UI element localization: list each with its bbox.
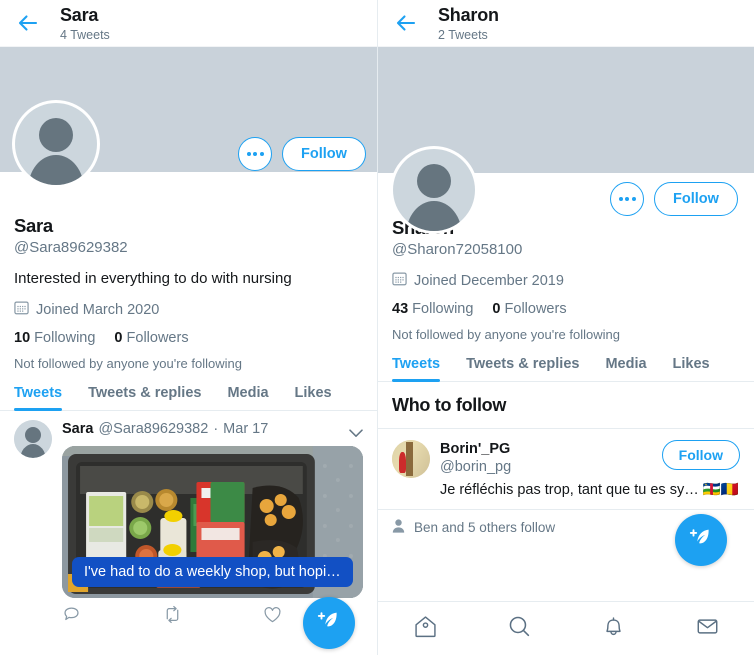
- left-profile-actions: Follow: [238, 137, 366, 171]
- tweet-separator: ·: [213, 421, 219, 437]
- followers-label: Followers: [504, 301, 567, 317]
- who-to-follow-footer-text: Ben and 5 others follow: [414, 520, 556, 535]
- profile-joined-row: Joined December 2019: [392, 271, 740, 290]
- page-title: Sara: [60, 5, 99, 25]
- right-profile-actions: Follow: [610, 182, 738, 216]
- calendar-icon: [392, 271, 407, 290]
- nav-search[interactable]: [472, 614, 566, 644]
- profile-follow-note: Not followed by anyone you're following: [14, 356, 242, 371]
- who-to-follow-title: Who to follow: [392, 395, 507, 415]
- follow-button[interactable]: Follow: [282, 137, 366, 171]
- search-icon: [507, 614, 532, 644]
- who-to-follow-item[interactable]: Borin'_PG @borin_pg Follow Je réfléchis …: [378, 428, 754, 509]
- profile-stats: 43 Following 0 Followers: [392, 301, 740, 317]
- tab-tweets[interactable]: Tweets: [392, 356, 441, 382]
- compose-tweet-button-left[interactable]: [303, 597, 355, 649]
- profile-follow-note: Not followed by anyone you're following: [392, 327, 620, 342]
- suggested-user-names: Borin'_PG @borin_pg: [440, 440, 511, 477]
- suggested-user-head: Borin'_PG @borin_pg Follow: [440, 440, 740, 477]
- chevron-down-icon[interactable]: [349, 425, 363, 437]
- calendar-icon: [14, 300, 29, 319]
- following-count: 10: [14, 330, 31, 346]
- tab-tweets[interactable]: Tweets: [14, 385, 63, 411]
- tweet-count: 2 Tweets: [438, 28, 488, 42]
- tweet-photo[interactable]: I've had to do a weekly shop, but hopi…: [62, 446, 363, 598]
- suggested-user-body: Borin'_PG @borin_pg Follow Je réfléchis …: [440, 440, 740, 500]
- right-profile-avatar[interactable]: [390, 146, 478, 234]
- followers-count: 0: [492, 301, 501, 317]
- profile-stats: 10 Following 0 Followers: [14, 330, 363, 346]
- tab-likes[interactable]: Likes: [295, 385, 332, 410]
- default-avatar-icon: [14, 420, 52, 458]
- left-profile-panel: Sara 4 Tweets Follow Sara @Sara89629382 …: [0, 0, 377, 655]
- following-label: Following: [34, 330, 96, 346]
- compose-tweet-button-right[interactable]: [675, 514, 727, 566]
- tweet-date: Mar 17: [223, 421, 269, 437]
- following-count: 43: [392, 301, 409, 317]
- tweet-author-avatar[interactable]: [14, 420, 52, 458]
- suggested-user-bio: Je réfléchis pas trop, tant que tu es sy…: [440, 482, 739, 498]
- home-icon: [413, 614, 438, 644]
- nav-messages[interactable]: [660, 614, 754, 644]
- following-stat[interactable]: 43 Following: [392, 301, 473, 317]
- suggested-user-avatar[interactable]: [392, 440, 430, 478]
- left-profile-avatar[interactable]: [12, 100, 100, 188]
- retweet-icon[interactable]: [162, 605, 262, 624]
- default-avatar-icon: [15, 103, 97, 185]
- more-options-button[interactable]: [238, 137, 272, 171]
- right-topbar-texts: Sharon 2 Tweets: [438, 4, 499, 43]
- follow-button[interactable]: Follow: [654, 182, 738, 216]
- tweet-photo-caption: I've had to do a weekly shop, but hopi…: [72, 557, 353, 587]
- compose-tweet-icon: [688, 525, 714, 556]
- profile-handle: @Sara89629382: [14, 239, 128, 256]
- twitter-dual-profile-screenshot: Sara 4 Tweets Follow Sara @Sara89629382 …: [0, 0, 754, 655]
- profile-handle: @Sharon72058100: [392, 241, 523, 258]
- profile-joined-date: Joined March 2020: [36, 301, 160, 318]
- tweet-header: Sara @Sara89629382 · Mar 17: [62, 420, 363, 439]
- tab-tweets-and-replies[interactable]: Tweets & replies: [466, 356, 579, 381]
- tweet-author-handle: @Sara89629382: [98, 421, 209, 437]
- tab-media[interactable]: Media: [605, 356, 646, 381]
- followers-stat[interactable]: 0 Followers: [492, 301, 566, 317]
- following-label: Following: [412, 301, 474, 317]
- suggested-user-handle: @borin_pg: [440, 459, 512, 475]
- profile-joined-row: Joined March 2020: [14, 300, 363, 319]
- profile-joined-date: Joined December 2019: [414, 272, 564, 289]
- nav-notifications[interactable]: [566, 614, 660, 644]
- reply-icon[interactable]: [62, 605, 162, 624]
- left-topbar-texts: Sara 4 Tweets: [60, 4, 110, 43]
- tab-media[interactable]: Media: [227, 385, 268, 410]
- followers-stat[interactable]: 0 Followers: [114, 330, 188, 346]
- back-arrow-icon[interactable]: [16, 11, 40, 35]
- page-title: Sharon: [438, 5, 499, 25]
- following-stat[interactable]: 10 Following: [14, 330, 95, 346]
- bottom-navigation-bar: [378, 601, 754, 655]
- more-options-button[interactable]: [610, 182, 644, 216]
- person-icon: [392, 519, 405, 536]
- suggested-user-name: Borin'_PG: [440, 441, 511, 457]
- followers-count: 0: [114, 330, 123, 346]
- default-avatar-icon: [393, 149, 475, 231]
- tab-likes[interactable]: Likes: [673, 356, 710, 381]
- profile-display-name: Sara: [14, 215, 53, 236]
- tab-tweets-and-replies[interactable]: Tweets & replies: [88, 385, 201, 410]
- left-profile-tabs: Tweets Tweets & replies Media Likes: [0, 385, 377, 411]
- right-profile-panel: Sharon 2 Tweets Follow Sharon @Sharon720…: [377, 0, 754, 655]
- notifications-bell-icon: [601, 614, 626, 644]
- tweet-author-name: Sara: [62, 421, 94, 437]
- left-profile-info: Sara @Sara89629382 Interested in everyth…: [0, 215, 377, 371]
- left-topbar: Sara 4 Tweets: [0, 0, 377, 47]
- back-arrow-icon[interactable]: [394, 11, 418, 35]
- messages-envelope-icon: [695, 614, 720, 644]
- right-profile-tabs: Tweets Tweets & replies Media Likes: [378, 356, 754, 382]
- suggested-user-follow-button[interactable]: Follow: [661, 440, 740, 470]
- compose-tweet-icon: [316, 608, 342, 639]
- profile-bio: Interested in everything to do with nurs…: [14, 270, 292, 287]
- right-topbar: Sharon 2 Tweets: [378, 0, 754, 47]
- tweet-count: 4 Tweets: [60, 28, 110, 42]
- followers-label: Followers: [126, 330, 189, 346]
- right-profile-info: Sharon @Sharon72058100: [378, 217, 754, 342]
- nav-home[interactable]: [378, 614, 472, 644]
